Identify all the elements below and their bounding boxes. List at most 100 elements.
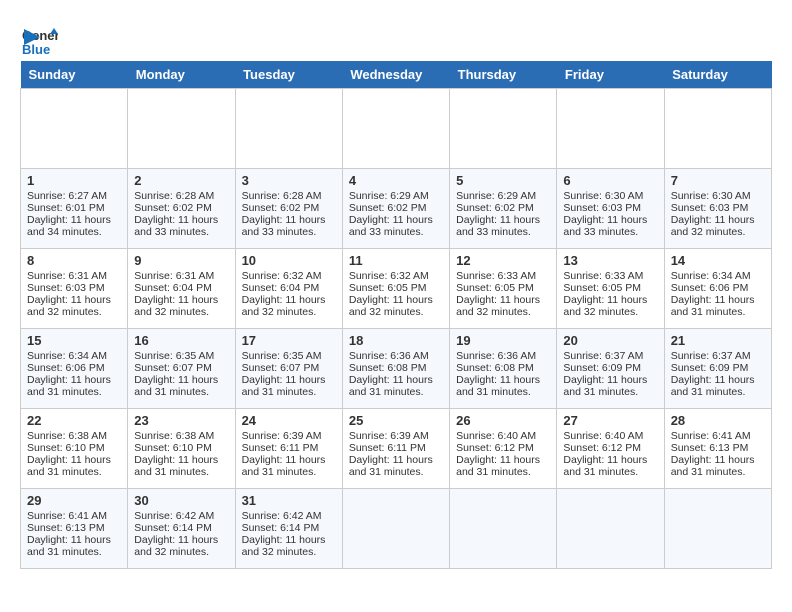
daylight-label: Daylight: 11 hours and 32 minutes. xyxy=(563,294,647,318)
sunrise-text: Sunrise: 6:33 AM xyxy=(563,270,643,282)
calendar-cell: 24Sunrise: 6:39 AMSunset: 6:11 PMDayligh… xyxy=(235,409,342,489)
calendar-cell: 5Sunrise: 6:29 AMSunset: 6:02 PMDaylight… xyxy=(450,169,557,249)
sunrise-text: Sunrise: 6:39 AM xyxy=(242,430,322,442)
day-number: 18 xyxy=(349,333,443,348)
day-number: 26 xyxy=(456,413,550,428)
sunset-text: Sunset: 6:02 PM xyxy=(242,202,320,214)
sunset-text: Sunset: 6:01 PM xyxy=(27,202,105,214)
sunset-text: Sunset: 6:03 PM xyxy=(671,202,749,214)
day-number: 8 xyxy=(27,253,121,268)
calendar-cell: 16Sunrise: 6:35 AMSunset: 6:07 PMDayligh… xyxy=(128,329,235,409)
sunrise-text: Sunrise: 6:35 AM xyxy=(134,350,214,362)
sunset-text: Sunset: 6:12 PM xyxy=(563,442,641,454)
daylight-label: Daylight: 11 hours and 33 minutes. xyxy=(349,214,433,238)
sunset-text: Sunset: 6:11 PM xyxy=(349,442,426,454)
sunset-text: Sunset: 6:04 PM xyxy=(134,282,212,294)
calendar-cell xyxy=(664,489,771,569)
sunrise-text: Sunrise: 6:42 AM xyxy=(134,510,214,522)
calendar-cell: 30Sunrise: 6:42 AMSunset: 6:14 PMDayligh… xyxy=(128,489,235,569)
calendar-cell: 2Sunrise: 6:28 AMSunset: 6:02 PMDaylight… xyxy=(128,169,235,249)
calendar-week-row: 1Sunrise: 6:27 AMSunset: 6:01 PMDaylight… xyxy=(21,169,772,249)
calendar-cell: 21Sunrise: 6:37 AMSunset: 6:09 PMDayligh… xyxy=(664,329,771,409)
sunrise-text: Sunrise: 6:41 AM xyxy=(671,430,751,442)
calendar-cell: 1Sunrise: 6:27 AMSunset: 6:01 PMDaylight… xyxy=(21,169,128,249)
day-header-tuesday: Tuesday xyxy=(235,61,342,89)
calendar-cell: 19 Sunrise: 6:36 AMSunset: 6:08 PMDayligh… xyxy=(450,329,557,409)
day-number: 14 xyxy=(671,253,765,268)
day-header-monday: Monday xyxy=(128,61,235,89)
calendar-cell: 8Sunrise: 6:31 AMSunset: 6:03 PMDaylight… xyxy=(21,249,128,329)
daylight-label: Daylight: 11 hours and 33 minutes. xyxy=(456,214,540,238)
daylight-label: Daylight: 11 hours and 32 minutes. xyxy=(242,534,326,558)
day-number: 22 xyxy=(27,413,121,428)
sunrise-text: Sunrise: 6:30 AM xyxy=(563,190,643,202)
daylight-label: Daylight: 11 hours and 31 minutes. xyxy=(671,454,755,478)
daylight-label: Daylight: 11 hours and 31 minutes. xyxy=(456,374,540,398)
sunrise-text: Sunrise: 6:40 AM xyxy=(563,430,643,442)
calendar-cell xyxy=(450,489,557,569)
day-number: 11 xyxy=(349,253,443,268)
sunrise-text: Sunrise: 6:41 AM xyxy=(27,510,107,522)
day-number: 25 xyxy=(349,413,443,428)
daylight-label: Daylight: 11 hours and 31 minutes. xyxy=(27,454,111,478)
sunrise-text: Sunrise: 6:35 AM xyxy=(242,350,322,362)
calendar-cell: 13Sunrise: 6:33 AMSunset: 6:05 PMDayligh… xyxy=(557,249,664,329)
daylight-label: Daylight: 11 hours and 32 minutes. xyxy=(134,294,218,318)
daylight-label: Daylight: 11 hours and 31 minutes. xyxy=(134,454,218,478)
calendar-cell: 4Sunrise: 6:29 AMSunset: 6:02 PMDaylight… xyxy=(342,169,449,249)
sunrise-text: Sunrise: 6:31 AM xyxy=(134,270,214,282)
daylight-label: Daylight: 11 hours and 31 minutes. xyxy=(349,374,433,398)
day-number: 23 xyxy=(134,413,228,428)
sunrise-text: Sunrise: 6:30 AM xyxy=(671,190,751,202)
sunrise-text: Sunrise: 6:38 AM xyxy=(134,430,214,442)
sunset-text: Sunset: 6:13 PM xyxy=(671,442,749,454)
day-number: 31 xyxy=(242,493,336,508)
calendar-cell xyxy=(128,89,235,169)
daylight-label: Daylight: 11 hours and 32 minutes. xyxy=(349,294,433,318)
daylight-label: Daylight: 11 hours and 31 minutes. xyxy=(563,454,647,478)
day-number: 19 xyxy=(456,333,550,348)
sunset-text: Sunset: 6:03 PM xyxy=(27,282,105,294)
calendar-week-row xyxy=(21,89,772,169)
day-number: 29 xyxy=(27,493,121,508)
day-header-friday: Friday xyxy=(557,61,664,89)
day-number: 27 xyxy=(563,413,657,428)
calendar-cell: 14Sunrise: 6:34 AMSunset: 6:06 PMDayligh… xyxy=(664,249,771,329)
sunset-text: Sunset: 6:08 PM xyxy=(456,362,534,374)
day-header-saturday: Saturday xyxy=(664,61,771,89)
sunset-text: Sunset: 6:12 PM xyxy=(456,442,534,454)
sunset-text: Sunset: 6:10 PM xyxy=(27,442,105,454)
sunset-text: Sunset: 6:02 PM xyxy=(349,202,427,214)
sunset-text: Sunset: 6:07 PM xyxy=(242,362,320,374)
sunrise-text: Sunrise: 6:40 AM xyxy=(456,430,536,442)
daylight-label: Daylight: 11 hours and 32 minutes. xyxy=(671,214,755,238)
daylight-label: Daylight: 11 hours and 31 minutes. xyxy=(27,534,111,558)
sunset-text: Sunset: 6:06 PM xyxy=(27,362,105,374)
sunset-text: Sunset: 6:02 PM xyxy=(456,202,534,214)
daylight-label: Daylight: 11 hours and 31 minutes. xyxy=(456,454,540,478)
day-number: 16 xyxy=(134,333,228,348)
sunset-text: Sunset: 6:03 PM xyxy=(563,202,641,214)
calendar-cell: 12Sunrise: 6:33 AMSunset: 6:05 PMDayligh… xyxy=(450,249,557,329)
sunrise-text: Sunrise: 6:29 AM xyxy=(349,190,429,202)
sunrise-text: Sunrise: 6:39 AM xyxy=(349,430,429,442)
sunset-text: Sunset: 6:08 PM xyxy=(349,362,427,374)
sunset-text: Sunset: 6:14 PM xyxy=(242,522,320,534)
day-header-thursday: Thursday xyxy=(450,61,557,89)
sunrise-text: Sunrise: 6:37 AM xyxy=(671,350,751,362)
calendar-cell: 29Sunrise: 6:41 AMSunset: 6:13 PMDayligh… xyxy=(21,489,128,569)
sunrise-text: Sunrise: 6:32 AM xyxy=(349,270,429,282)
calendar-cell xyxy=(664,89,771,169)
sunset-text: Sunset: 6:04 PM xyxy=(242,282,320,294)
calendar-cell: 26 Sunrise: 6:40 AMSunset: 6:12 PMDayligh… xyxy=(450,409,557,489)
calendar-cell: 31Sunrise: 6:42 AMSunset: 6:14 PMDayligh… xyxy=(235,489,342,569)
sunrise-text: Sunrise: 6:38 AM xyxy=(27,430,107,442)
sunset-text: Sunset: 6:11 PM xyxy=(242,442,319,454)
sunrise-text: Sunrise: 6:36 AM xyxy=(456,350,536,362)
logo-arrow-icon xyxy=(24,29,40,45)
sunset-text: Sunset: 6:05 PM xyxy=(563,282,641,294)
sunrise-text: Sunrise: 6:29 AM xyxy=(456,190,536,202)
sunrise-text: Sunrise: 6:31 AM xyxy=(27,270,107,282)
daylight-label: Daylight: 11 hours and 31 minutes. xyxy=(671,294,755,318)
sunrise-text: Sunrise: 6:36 AM xyxy=(349,350,429,362)
